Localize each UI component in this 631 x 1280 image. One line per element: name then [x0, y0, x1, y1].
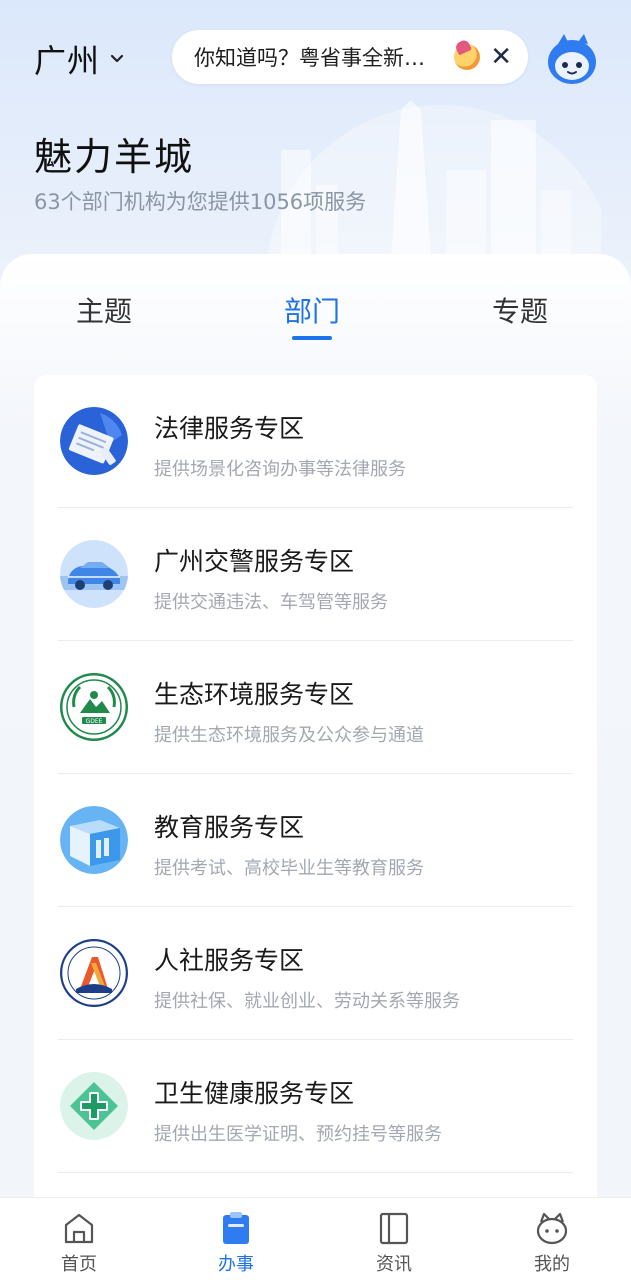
notice-banner[interactable]: 你知道吗？粤省事全新… ✕	[172, 30, 528, 84]
service-list: 法律服务专区 提供场景化咨询办事等法律服务 广州交警服务专区 提供交通违法、车驾…	[34, 375, 597, 1215]
list-item-hr-social-security[interactable]: 人社服务专区 提供社保、就业创业、劳动关系等服务	[34, 907, 597, 1040]
nav-profile[interactable]: 我的	[512, 1208, 592, 1278]
list-item-desc: 提供生态环境服务及公众参与通道	[154, 725, 424, 746]
active-tab-indicator	[292, 336, 332, 340]
nav-label: 我的	[534, 1254, 570, 1275]
book-news-icon	[379, 1212, 409, 1245]
nav-label: 首页	[61, 1254, 97, 1275]
list-item-title: 广州交警服务专区	[154, 547, 355, 576]
gdee-emblem-icon: GDEE	[60, 673, 128, 741]
nav-label: 资讯	[376, 1254, 412, 1275]
city-skyline-illustration	[267, 100, 601, 260]
police-car-icon	[60, 540, 128, 608]
tab-bar: 主题 部门 专题	[0, 290, 631, 350]
tab-specials[interactable]: 专题	[492, 290, 548, 330]
nav-label: 办事	[218, 1254, 254, 1275]
list-item-desc: 提供场景化咨询办事等法律服务	[154, 459, 406, 480]
home-icon	[64, 1213, 94, 1244]
tab-departments[interactable]: 部门	[284, 290, 340, 330]
list-item-title: 人社服务专区	[154, 946, 305, 975]
clipboard-icon	[223, 1212, 249, 1244]
city-name: 广州	[34, 42, 101, 80]
list-item-desc: 提供出生医学证明、预约挂号等服务	[154, 1124, 442, 1145]
legal-document-icon	[60, 407, 128, 475]
close-icon[interactable]: ✕	[490, 44, 512, 70]
page-title: 魅力羊城	[34, 135, 195, 179]
list-item-legal-service[interactable]: 法律服务专区 提供场景化咨询办事等法律服务	[34, 375, 597, 508]
page-subtitle: 63个部门机构为您提供1056项服务	[34, 190, 367, 214]
tab-topics[interactable]: 主题	[76, 290, 132, 330]
bottom-navigation: 首页 办事 资讯 我的	[0, 1197, 631, 1280]
list-item-title: 卫生健康服务专区	[154, 1079, 355, 1108]
list-item-desc: 提供社保、就业创业、劳动关系等服务	[154, 991, 460, 1012]
city-selector[interactable]: 广州	[34, 36, 126, 82]
nav-news[interactable]: 资讯	[354, 1208, 434, 1278]
party-emoji-icon	[454, 44, 481, 70]
nav-services[interactable]: 办事	[196, 1208, 276, 1278]
hrss-emblem-icon	[60, 939, 128, 1007]
book-icon	[60, 806, 128, 874]
chevron-down-icon	[110, 54, 124, 63]
list-item-traffic-police[interactable]: 广州交警服务专区 提供交通违法、车驾管等服务	[34, 508, 597, 641]
list-item-health[interactable]: 卫生健康服务专区 提供出生医学证明、预约挂号等服务	[34, 1040, 597, 1173]
mascot-face-icon	[536, 1212, 568, 1245]
notice-text: 你知道吗？粤省事全新…	[194, 46, 425, 70]
list-item-title: 生态环境服务专区	[154, 680, 355, 709]
medical-cross-icon	[60, 1072, 128, 1140]
divider	[58, 1172, 573, 1173]
list-item-title: 教育服务专区	[154, 813, 305, 842]
list-item-education[interactable]: 教育服务专区 提供考试、高校毕业生等教育服务	[34, 774, 597, 907]
mascot-avatar-icon[interactable]	[544, 30, 600, 86]
list-item-title: 法律服务专区	[154, 414, 305, 443]
list-item-desc: 提供考试、高校毕业生等教育服务	[154, 858, 424, 879]
nav-home[interactable]: 首页	[39, 1208, 119, 1278]
gdee-label: GDEE	[86, 718, 103, 725]
list-item-desc: 提供交通违法、车驾管等服务	[154, 592, 388, 613]
list-item-ecology[interactable]: GDEE 生态环境服务专区 提供生态环境服务及公众参与通道	[34, 641, 597, 774]
